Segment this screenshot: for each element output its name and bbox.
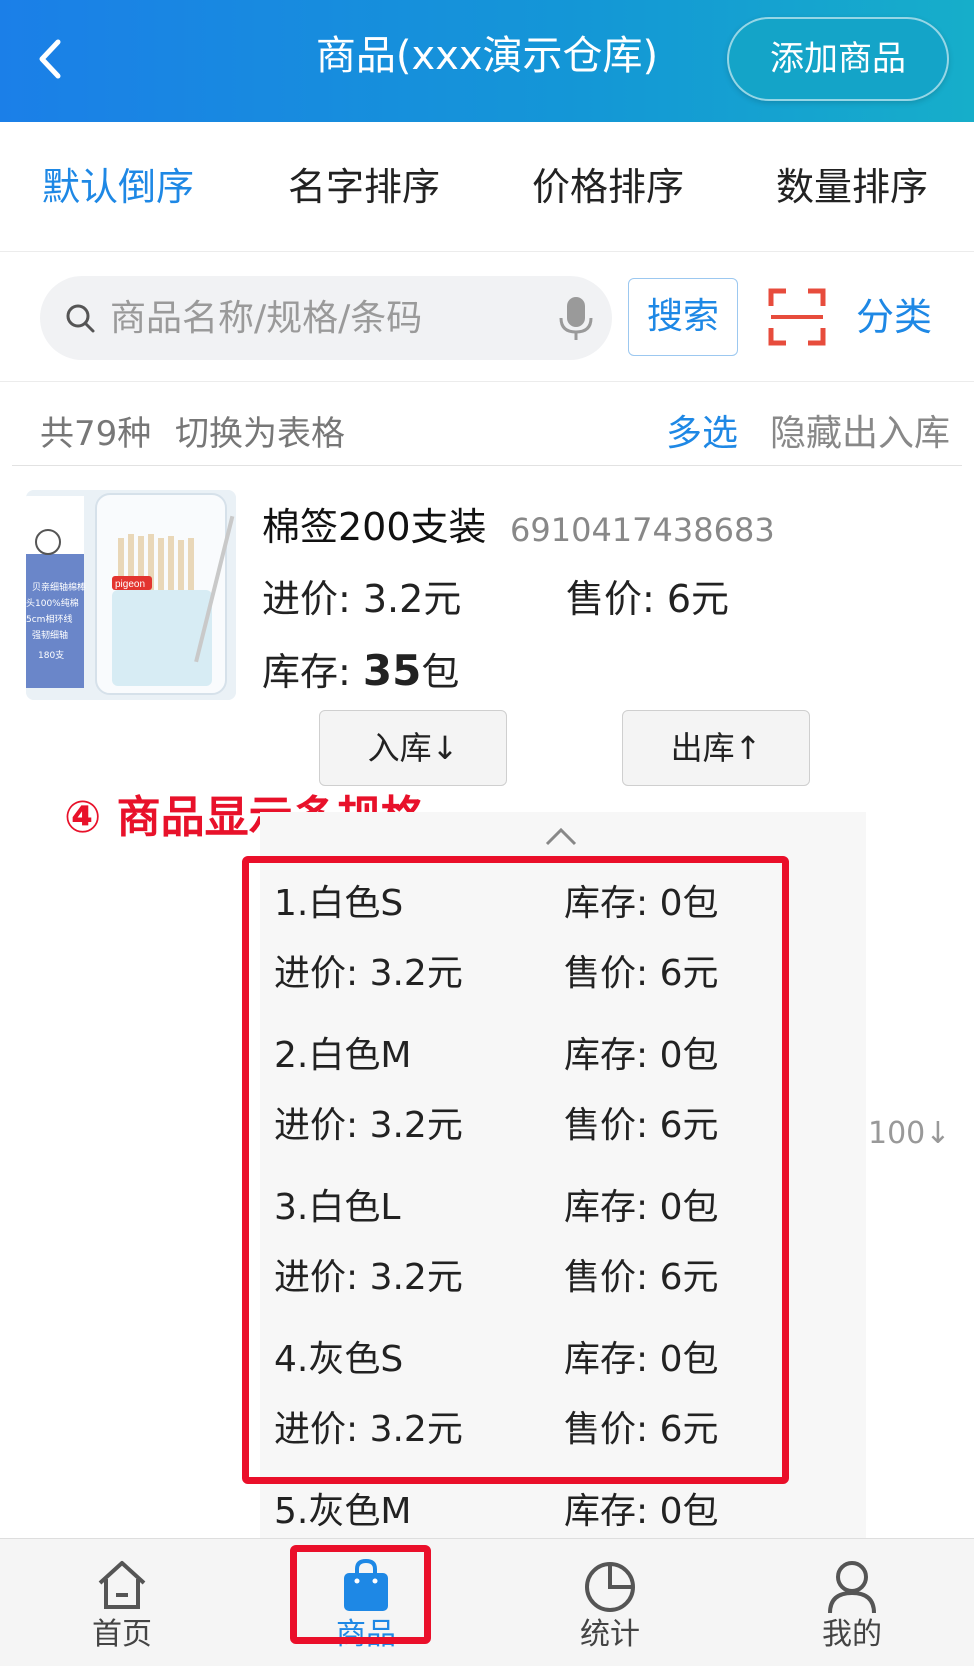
spec-name: 2.白色M [274, 1035, 412, 1076]
shopping-bag-icon [344, 1558, 388, 1611]
category-button[interactable]: 分类 [856, 292, 932, 342]
spec-sale-price: 售价: 6元 [564, 1105, 719, 1146]
product-name[interactable]: 棉签200支装 [262, 502, 487, 552]
svg-text:头100%纯棉: 头100%纯棉 [26, 597, 79, 609]
svg-text:pigeon: pigeon [115, 579, 145, 590]
spec-stock: 库存: 0包 [564, 1339, 719, 1380]
spec-stock: 库存: 0包 [564, 883, 719, 924]
nav-products-label: 商品 [336, 1617, 396, 1652]
product-photo: pigeon 贝亲细轴棉棒 头100%纯棉 5cm相环线 强韧细轴 180支 [26, 490, 236, 700]
tab-sort-by-price[interactable]: 价格排序 [532, 162, 684, 212]
microphone-icon[interactable] [556, 294, 596, 344]
summary-bar: 共79种 切换为表格 多选 隐藏出入库 [12, 382, 962, 466]
hide-in-out-button[interactable]: 隐藏出入库 [770, 404, 950, 456]
stock-label: 库存: [262, 650, 363, 694]
spec-stock: 库存: 0包 [564, 1491, 719, 1532]
spec-name: 3.白色L [274, 1187, 401, 1228]
search-box [40, 276, 612, 360]
user-icon [828, 1561, 876, 1614]
svg-text:强韧细轴: 强韧细轴 [32, 629, 68, 641]
product-count: 共79种 [40, 414, 152, 454]
nav-home-label: 首页 [92, 1617, 152, 1652]
sale-price: 售价: 6元 [566, 577, 730, 621]
product-barcode: 6910417438683 [510, 511, 775, 549]
app-header: 商品(xxx演示仓库) 添加商品 [0, 0, 974, 122]
home-icon [98, 1561, 146, 1609]
add-product-button[interactable]: 添加商品 [727, 17, 949, 101]
spec-sale-price: 售价: 6元 [564, 1257, 719, 1298]
svg-text:180支: 180支 [38, 649, 64, 661]
spec-purchase-price: 进价: 3.2元 [274, 953, 463, 994]
stock-info: 库存: 35包 [262, 644, 459, 699]
spec-list: 1.白色S 库存: 0包 进价: 3.2元 售价: 6元 2.白色M 库存: 0… [260, 812, 866, 1538]
spec-stock: 库存: 0包 [564, 1035, 719, 1076]
tab-sort-by-name[interactable]: 名字排序 [288, 162, 440, 212]
bottom-nav: 首页 商品 统计 我的 [0, 1538, 974, 1666]
search-bar: 搜索 分类 [0, 252, 974, 382]
multi-select-button[interactable]: 多选 [666, 404, 738, 456]
scan-icon[interactable] [768, 288, 826, 346]
stock-out-button[interactable]: 出库↑ [622, 710, 810, 786]
spec-stock: 库存: 0包 [564, 1187, 719, 1228]
sort-tabs: 默认倒序 名字排序 价格排序 数量排序 [0, 122, 974, 252]
spec-name: 5.灰色M [274, 1491, 412, 1532]
spec-name: 4.灰色S [274, 1339, 404, 1380]
nav-home[interactable]: 首页 [0, 1539, 244, 1666]
spec-sale-price: 售价: 6元 [564, 1409, 719, 1450]
nav-me-label: 我的 [822, 1617, 882, 1652]
nav-products[interactable]: 商品 [244, 1539, 488, 1666]
pie-chart-icon [585, 1562, 635, 1612]
switch-to-table-link[interactable]: 切换为表格 [175, 406, 345, 455]
nav-statistics[interactable]: 统计 [488, 1539, 732, 1666]
spec-name: 1.白色S [274, 883, 404, 924]
svg-text:贝亲细轴棉棒: 贝亲细轴棉棒 [32, 581, 86, 593]
nav-statistics-label: 统计 [580, 1617, 640, 1652]
nav-me[interactable]: 我的 [730, 1539, 974, 1666]
spec-purchase-price: 进价: 3.2元 [274, 1409, 463, 1450]
svg-text:5cm相环线: 5cm相环线 [26, 613, 72, 625]
spec-purchase-price: 进价: 3.2元 [274, 1105, 463, 1146]
tab-default-desc[interactable]: 默认倒序 [42, 162, 194, 212]
product-image[interactable]: pigeon 贝亲细轴棉棒 头100%纯棉 5cm相环线 强韧细轴 180支 [26, 490, 236, 700]
stock-value: 35 [362, 646, 422, 695]
stock-in-button[interactable]: 入库↓ [319, 710, 507, 786]
search-input[interactable] [110, 290, 510, 346]
stock-unit: 包 [421, 650, 460, 694]
tab-sort-by-quantity[interactable]: 数量排序 [776, 162, 928, 212]
spec-sale-price: 售价: 6元 [564, 953, 719, 994]
search-icon [66, 304, 95, 333]
purchase-price: 进价: 3.2元 [262, 577, 462, 621]
spec-purchase-price: 进价: 3.2元 [274, 1257, 463, 1298]
search-button[interactable]: 搜索 [628, 278, 738, 356]
chevron-up-icon[interactable] [544, 824, 578, 848]
side-value: 100↓ [868, 1116, 951, 1151]
